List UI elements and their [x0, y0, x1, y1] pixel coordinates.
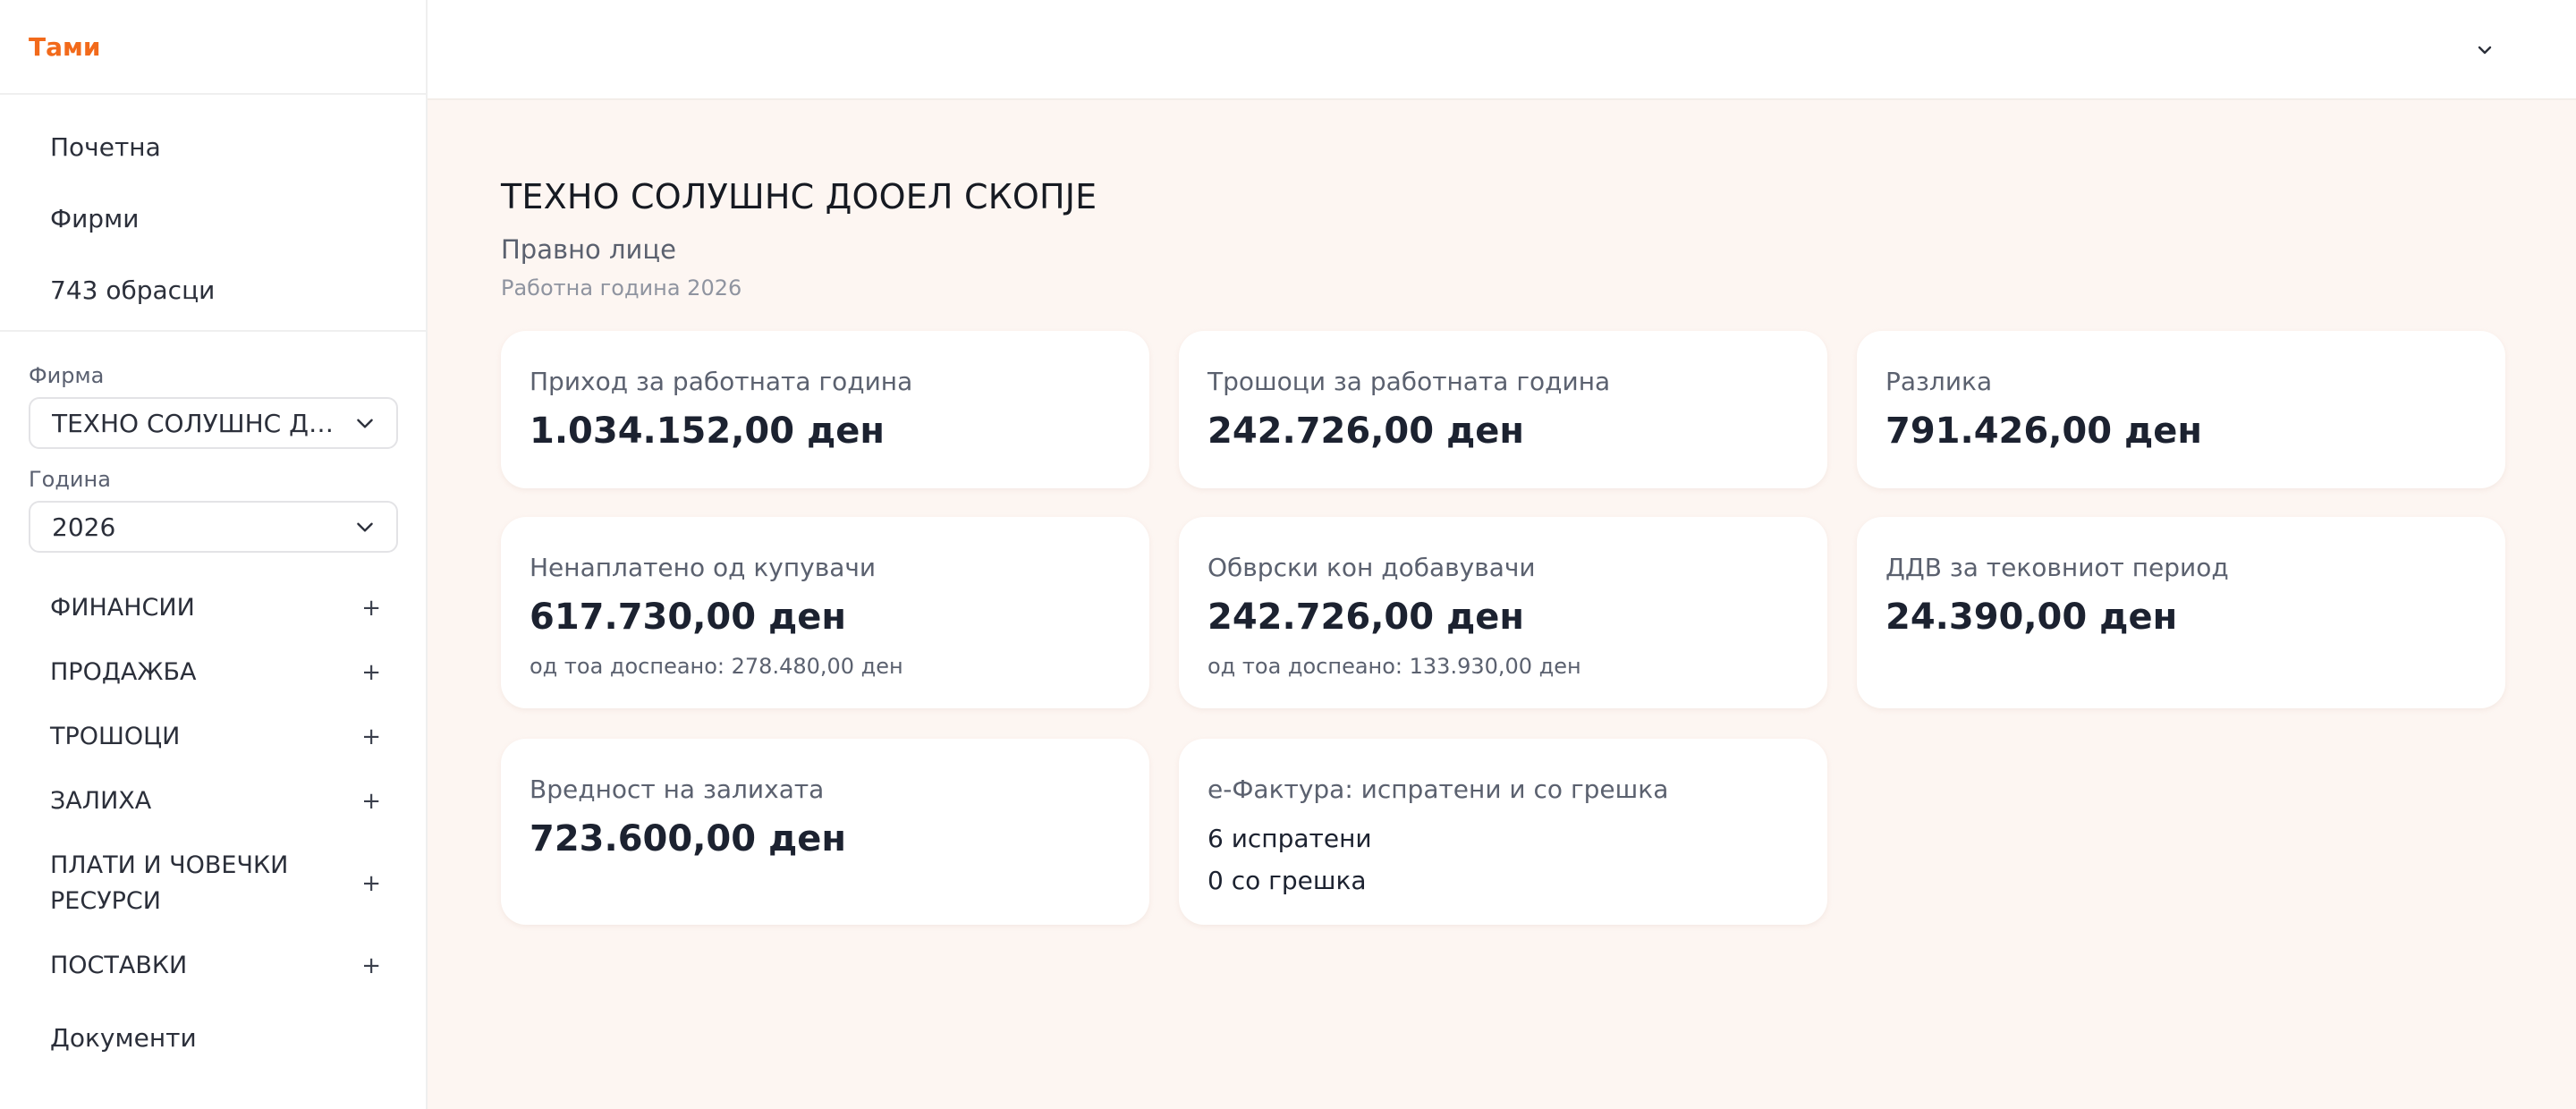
- section-settings[interactable]: ПОСТАВКИ +: [50, 948, 381, 984]
- card-title: Ненаплатено од купувачи: [530, 553, 877, 582]
- card-title: Вредност на залихата: [530, 775, 825, 804]
- card-subtitle: од тоа доспеано: 278.480,00 ден: [530, 654, 903, 679]
- section-label: ПОСТАВКИ: [50, 952, 188, 979]
- section-label: ЗАЛИХА: [50, 787, 152, 815]
- card-title: Разлика: [1885, 367, 1993, 396]
- plus-icon: +: [361, 952, 381, 979]
- year-select-value: 2026: [52, 512, 116, 542]
- card-unpaid-customers: Ненаплатено од купувачи 617.730,00 ден о…: [501, 517, 1149, 708]
- firm-select[interactable]: ТЕХНО СОЛУШНС ДООЕЛ СКОПЈЕ: [29, 397, 398, 449]
- year-select[interactable]: 2026: [29, 501, 398, 553]
- einvoice-sent: 6 испратени: [1208, 824, 1372, 853]
- card-title: ДДВ за тековниот период: [1885, 553, 2229, 582]
- card-subtitle: од тоа доспеано: 133.930,00 ден: [1208, 654, 1581, 679]
- card-title: е-Фактура: испратени и со грешка: [1208, 775, 1669, 804]
- card-expenses: Трошоци за работната година 242.726,00 д…: [1179, 331, 1827, 488]
- nav-home[interactable]: Почетна: [50, 132, 161, 162]
- section-expenses[interactable]: ТРОШОЦИ +: [50, 719, 381, 755]
- plus-icon: +: [361, 870, 381, 897]
- chevron-down-icon: [357, 522, 373, 532]
- section-label: ТРОШОЦИ: [50, 723, 181, 750]
- section-inventory[interactable]: ЗАЛИХА +: [50, 783, 381, 819]
- dashboard: ТЕХНО СОЛУШНС ДООЕЛ СКОПЈЕ Правно лице Р…: [428, 100, 2576, 1109]
- card-title: Трошоци за работната година: [1208, 367, 1611, 396]
- card-difference: Разлика 791.426,00 ден: [1857, 331, 2505, 488]
- card-inventory-value: Вредност на залихата 723.600,00 ден: [501, 739, 1149, 925]
- plus-icon: +: [361, 659, 381, 686]
- section-label: ПРОДАЖБА: [50, 658, 197, 686]
- card-value: 242.726,00 ден: [1208, 411, 1525, 452]
- card-value: 617.730,00 ден: [530, 597, 847, 638]
- page-title: ТЕХНО СОЛУШНС ДООЕЛ СКОПЈЕ: [501, 177, 1097, 216]
- section-sales[interactable]: ПРОДАЖБА +: [50, 655, 381, 690]
- card-value: 1.034.152,00 ден: [530, 411, 886, 452]
- section-finance[interactable]: ФИНАНСИИ +: [50, 590, 381, 626]
- entity-type: Правно лице: [501, 234, 676, 265]
- chevron-down-icon[interactable]: [2474, 39, 2496, 61]
- divider: [0, 93, 428, 95]
- section-label: ФИНАНСИИ: [50, 594, 195, 622]
- card-supplier-obligations: Обврски кон добавувачи 242.726,00 ден од…: [1179, 517, 1827, 708]
- firm-select-value: ТЕХНО СОЛУШНС ДООЕЛ СКОПЈЕ: [52, 408, 343, 438]
- card-title: Обврски кон добавувачи: [1208, 553, 1536, 582]
- sidebar: Тами Почетна Фирми 743 обрасци Фирма ТЕХ…: [0, 0, 428, 1109]
- divider: [0, 330, 428, 332]
- nav-firms[interactable]: Фирми: [50, 204, 139, 233]
- card-title: Приход за работната година: [530, 367, 913, 396]
- section-payroll-hr[interactable]: ПЛАТИ И ЧОВЕЧКИ РЕСУРСИ +: [50, 848, 381, 919]
- top-bar: [428, 0, 2576, 100]
- brand-logo[interactable]: Тами: [29, 32, 101, 62]
- firm-label: Фирма: [29, 363, 105, 388]
- card-income: Приход за работната година 1.034.152,00 …: [501, 331, 1149, 488]
- plus-icon: +: [361, 595, 381, 622]
- nav-documents[interactable]: Документи: [50, 1023, 197, 1053]
- nav-forms[interactable]: 743 обрасци: [50, 275, 215, 305]
- einvoice-errors: 0 со грешка: [1208, 866, 1367, 895]
- card-value: 723.600,00 ден: [530, 818, 847, 859]
- section-label: ПЛАТИ И ЧОВЕЧКИ РЕСУРСИ: [50, 851, 289, 915]
- card-einvoice: е-Фактура: испратени и со грешка 6 испра…: [1179, 739, 1827, 925]
- card-vat: ДДВ за тековниот период 24.390,00 ден: [1857, 517, 2505, 708]
- card-value: 242.726,00 ден: [1208, 597, 1525, 638]
- card-value: 791.426,00 ден: [1885, 411, 2203, 452]
- plus-icon: +: [361, 788, 381, 815]
- card-value: 24.390,00 ден: [1885, 597, 2178, 638]
- chevron-down-icon: [357, 419, 373, 428]
- working-year: Работна година 2026: [501, 275, 742, 301]
- year-label: Година: [29, 467, 111, 492]
- plus-icon: +: [361, 724, 381, 750]
